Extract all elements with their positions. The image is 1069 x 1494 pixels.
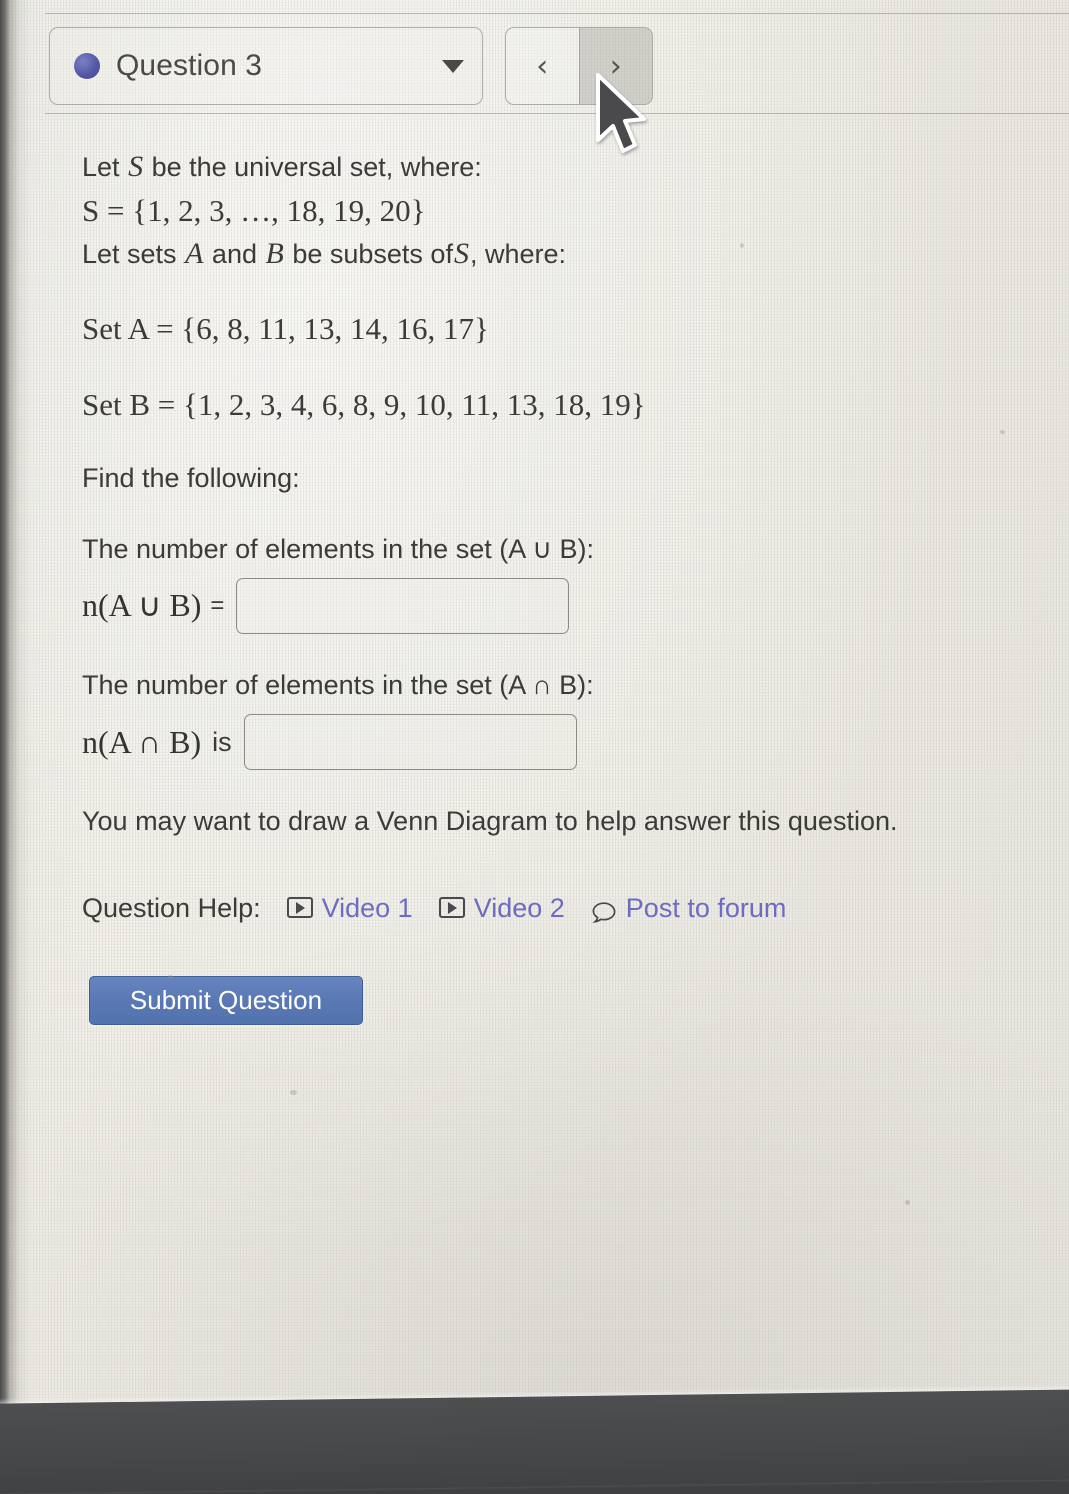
subsets-text-part3: , where: (469, 238, 566, 269)
video-2-label: Video 2 (473, 892, 565, 923)
variable-s-2: S (453, 236, 469, 270)
intersection-answer-row: n(A ∩ B) is (82, 714, 1042, 771)
set-b-definition: Set B = {1, 2, 3, 4, 6, 8, 9, 10, 11, 13… (82, 387, 646, 423)
question-status-dot-icon (74, 53, 100, 79)
variable-s: S (128, 150, 144, 183)
union-prompt: The number of elements in the set (A ∪ B… (82, 533, 594, 564)
venn-diagram-hint: You may want to draw a Venn Diagram to h… (82, 806, 898, 837)
set-a-definition: Set A = {6, 8, 11, 13, 14, 16, 17} (82, 311, 489, 347)
subsets-text-part1: Let sets (82, 238, 177, 269)
post-to-forum-link[interactable]: Post to forum (591, 889, 787, 927)
subsets-text-part2: be subsets of (292, 238, 453, 269)
submit-question-button[interactable]: Submit Question (89, 976, 363, 1025)
page-content: Question 3 ‹ › Let S be the universal se… (0, 0, 1069, 1452)
variable-b: B (265, 236, 284, 270)
union-answer-row: n(A ∪ B) = (82, 577, 1042, 634)
universal-set-intro: Let S be the universal set, where: (82, 146, 1042, 189)
top-divider (45, 13, 1069, 14)
subsets-text-and: and (211, 238, 257, 269)
video-2-link[interactable]: Video 2 (438, 889, 565, 927)
question-navigation: ‹ › (505, 27, 653, 105)
photo-speck (905, 1200, 910, 1205)
question-body: Let S be the universal set, where: S = {… (82, 146, 1042, 927)
page-title: Question 3 (116, 49, 263, 82)
union-connector: = (210, 591, 225, 619)
device-bezel-left (0, 0, 9, 1452)
video-play-icon (286, 897, 313, 919)
union-answer-label: n(A ∪ B) (82, 587, 202, 624)
intro-text-part2: be the universal set, where: (151, 152, 482, 182)
union-answer-input[interactable] (236, 577, 570, 634)
device-bezel-shadow (9, 0, 31, 1452)
intersection-answer-input[interactable] (243, 714, 577, 771)
next-question-button[interactable]: › (578, 28, 652, 104)
photo-speck (290, 1090, 297, 1095)
intersection-connector: is (212, 727, 232, 758)
intersection-prompt: The number of elements in the set (A ∩ B… (82, 669, 594, 700)
chevron-down-icon[interactable] (442, 59, 464, 73)
header-divider (45, 113, 1069, 114)
question-selector[interactable]: Question 3 (49, 27, 483, 105)
question-help-row: Question Help: Video 1 Video 2 Post to f… (82, 889, 1042, 927)
question-help-label: Question Help: (82, 892, 261, 923)
post-to-forum-label: Post to forum (625, 892, 787, 923)
variable-a: A (185, 236, 204, 270)
universal-set-definition: S = {1, 2, 3, …, 18, 19, 20} (82, 192, 426, 228)
intersection-answer-label: n(A ∩ B) (82, 723, 202, 760)
video-play-icon (438, 897, 465, 919)
intro-text-part1: Let (82, 152, 120, 182)
video-1-link[interactable]: Video 1 (286, 889, 413, 927)
video-1-label: Video 1 (321, 892, 413, 923)
previous-question-button[interactable]: ‹ (506, 28, 579, 104)
speech-bubble-icon (591, 896, 617, 924)
find-following-label: Find the following: (82, 463, 300, 494)
subsets-intro: Let sets A and B be subsets ofS, where: (82, 233, 1042, 276)
device-bezel-bottom (0, 1389, 1069, 1494)
